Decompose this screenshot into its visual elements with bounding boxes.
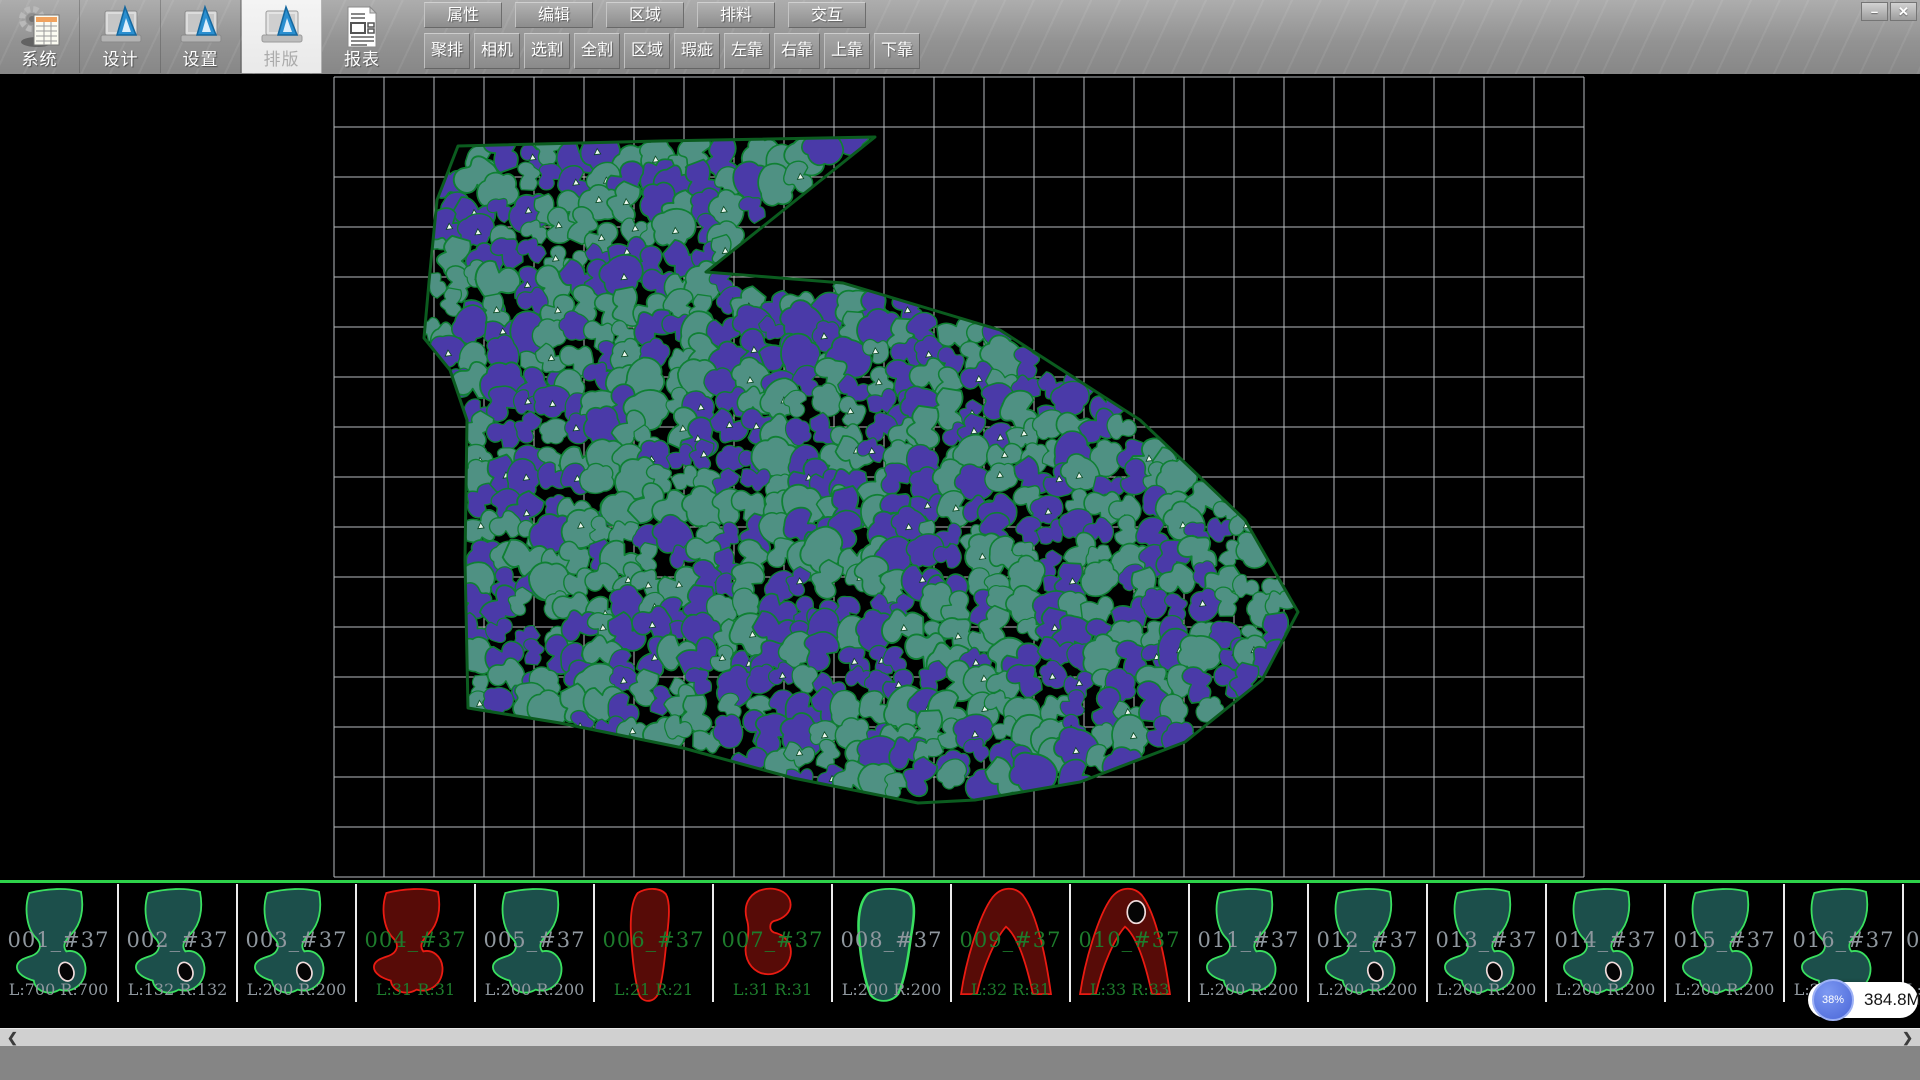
- tool-button[interactable]: 下靠: [874, 33, 920, 69]
- piece-thumbnail-label: 013_#37: [1428, 928, 1545, 952]
- progress-circle: 38%: [1812, 979, 1854, 1021]
- piece-thumbnail[interactable]: 008_#37 L:200 R:200: [833, 884, 952, 1002]
- piece-thumbnail-label: 017_#37: [1904, 928, 1920, 952]
- piece-thumbnail[interactable]: 010_#37 L:33 R:33: [1071, 884, 1190, 1002]
- tool-button[interactable]: 相机: [474, 33, 520, 69]
- tool-button-row: 聚排相机选割全割区域瑕疵左靠右靠上靠下靠: [424, 33, 920, 69]
- menu-tab[interactable]: 排料: [697, 2, 775, 28]
- piece-thumbnail-size: L:200 R:200: [238, 980, 355, 999]
- main-button-label: 设计: [81, 45, 160, 70]
- piece-thumbnail[interactable]: 004_#37 L:31 R:31: [357, 884, 476, 1002]
- piece-thumbnail[interactable]: 015_#37 L:200 R:200: [1666, 884, 1785, 1002]
- tool-button[interactable]: 右靠: [774, 33, 820, 69]
- tool-button[interactable]: 全割: [574, 33, 620, 69]
- piece-thumbnail-size: L:32 R:31: [952, 980, 1069, 999]
- piece-thumbnail-label: 007_#37: [714, 928, 831, 952]
- tool-button[interactable]: 上靠: [824, 33, 870, 69]
- piece-thumbnail[interactable]: 011_#37 L:200 R:200: [1190, 884, 1309, 1002]
- tool-button[interactable]: 聚排: [424, 33, 470, 69]
- piece-thumbnail-size: L:132 R:132: [119, 980, 236, 999]
- main-button-label: 设置: [161, 45, 240, 70]
- piece-thumbnail-size: L:200 R:200: [1428, 980, 1545, 999]
- menu-tab[interactable]: 编辑: [515, 2, 593, 28]
- thumbnail-strip: 001_#37L:700 R:700002_#37L:132 R:132003_…: [0, 880, 1920, 1028]
- piece-thumbnail[interactable]: 005_#37 L:200 R:200: [476, 884, 595, 1002]
- piece-thumbnail-size: L:200 R:200: [476, 980, 593, 999]
- nested-pieces: [411, 120, 1298, 810]
- piece-thumbnail-size: L:200 R:200: [833, 980, 950, 999]
- tool-button[interactable]: 左靠: [724, 33, 770, 69]
- piece-thumbnail-label: 011_#37: [1190, 928, 1307, 952]
- piece-thumbnail-label: 006_#37: [595, 928, 712, 952]
- scroll-right-icon[interactable]: ❯: [1902, 1029, 1913, 1047]
- main-button-label: 系统: [0, 45, 79, 70]
- piece-thumbnail[interactable]: 003_#37 L:200 R:200: [238, 884, 357, 1002]
- piece-thumbnail-size: L:200 R:200: [1190, 980, 1307, 999]
- horizontal-scrollbar[interactable]: ❮ ❯: [0, 1028, 1920, 1046]
- bottom-status-strip: [0, 1046, 1920, 1080]
- memory-badge: 38% 384.8M: [1808, 982, 1918, 1018]
- nesting-canvas[interactable]: [0, 74, 1920, 880]
- piece-thumbnail-size: L:200 R:200: [1547, 980, 1664, 999]
- main-button-design[interactable]: 设计: [81, 0, 161, 73]
- piece-thumbnail[interactable]: 012_#37 L:200 R:200: [1309, 884, 1428, 1002]
- piece-thumbnail-label: 012_#37: [1309, 928, 1426, 952]
- piece-thumbnail-size: L:31 R:31: [357, 980, 474, 999]
- piece-thumbnail-size: L:700 R:700: [0, 980, 117, 999]
- piece-thumbnail[interactable]: 007_#37 L:31 R:31: [714, 884, 833, 1002]
- main-button-report[interactable]: 报表: [322, 0, 402, 73]
- piece-thumbnail-label: 015_#37: [1666, 928, 1783, 952]
- tool-button[interactable]: 瑕疵: [674, 33, 720, 69]
- memory-value: 384.8M: [1864, 982, 1920, 1018]
- piece-thumbnail-label: 014_#37: [1547, 928, 1664, 952]
- menu-tab[interactable]: 交互: [788, 2, 866, 28]
- minimize-button[interactable]: –: [1861, 2, 1888, 21]
- piece-thumbnail[interactable]: 009_#37 L:32 R:31: [952, 884, 1071, 1002]
- piece-thumbnail-label: 005_#37: [476, 928, 593, 952]
- piece-thumbnail-size: L:200 R:200: [1309, 980, 1426, 999]
- main-button-system[interactable]: 系统: [0, 0, 80, 73]
- close-button[interactable]: ✕: [1890, 2, 1917, 21]
- menu-tabs: 属性编辑区域排料交互: [424, 2, 866, 28]
- piece-thumbnail[interactable]: 002_#37 L:132 R:132: [119, 884, 238, 1002]
- piece-thumbnail[interactable]: 014_#37 L:200 R:200: [1547, 884, 1666, 1002]
- piece-thumbnail-label: 003_#37: [238, 928, 355, 952]
- piece-thumbnail[interactable]: 013_#37 L:200 R:200: [1428, 884, 1547, 1002]
- piece-thumbnail-size: L:33 R:33: [1071, 980, 1188, 999]
- piece-thumbnail-size: L:200 R:200: [1666, 980, 1783, 999]
- piece-thumbnail-label: 016_#37: [1785, 928, 1902, 952]
- main-button-label: 排版: [242, 45, 321, 70]
- main-button-settings[interactable]: 设置: [161, 0, 241, 73]
- piece-thumbnail-size: L:21 R:21: [595, 980, 712, 999]
- menu-tab[interactable]: 属性: [424, 2, 502, 28]
- application-window: 系统 设计: [0, 0, 1920, 1080]
- nesting-canvas-svg[interactable]: [0, 74, 1920, 880]
- menu-tab[interactable]: 区域: [606, 2, 684, 28]
- tool-button[interactable]: 区域: [624, 33, 670, 69]
- piece-thumbnail[interactable]: 006_#37 L:21 R:21: [595, 884, 714, 1002]
- piece-thumbnail-label: 008_#37: [833, 928, 950, 952]
- main-button-layout[interactable]: 排版: [242, 0, 322, 73]
- piece-thumbnail-label: 009_#37: [952, 928, 1069, 952]
- piece-thumbnail-size: L:31 R:31: [714, 980, 831, 999]
- main-button-label: 报表: [322, 45, 402, 70]
- scroll-left-icon[interactable]: ❮: [7, 1029, 18, 1047]
- piece-thumbnail-label: 002_#37: [119, 928, 236, 952]
- top-toolbar: 系统 设计: [0, 0, 1920, 74]
- piece-thumbnail-label: 010_#37: [1071, 928, 1188, 952]
- piece-thumbnail-label: 001_#37: [0, 928, 117, 952]
- piece-thumbnail-label: 004_#37: [357, 928, 474, 952]
- piece-thumbnail[interactable]: 001_#37 L:700 R:700: [0, 884, 119, 1002]
- tool-button[interactable]: 选割: [524, 33, 570, 69]
